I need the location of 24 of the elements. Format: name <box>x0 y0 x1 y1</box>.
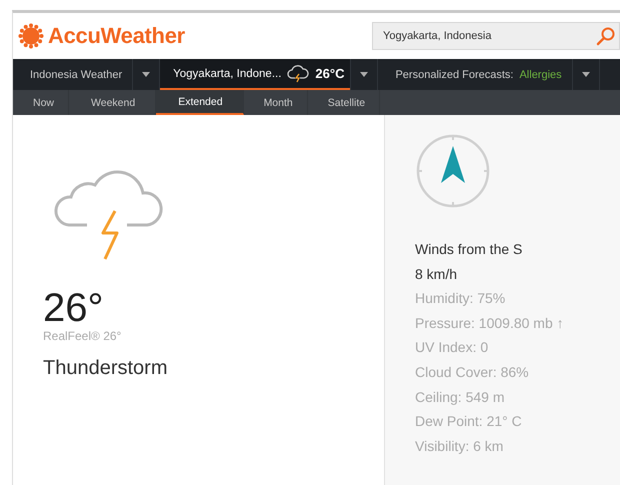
detail-text: UV Index: 0 <box>415 338 490 358</box>
thunderstorm-icon <box>287 64 310 82</box>
tab[interactable]: Extended <box>156 90 244 115</box>
detail-text: Cloud Cover: 86% <box>415 362 530 382</box>
realfeel-text: RealFeel® 26° <box>43 329 122 343</box>
tab[interactable]: Month <box>244 90 308 115</box>
nav-item[interactable]: Personalized Forecasts: Allergies <box>378 59 572 90</box>
search-icon[interactable] <box>596 26 616 46</box>
detail-text: Dew Point: 21° C <box>415 412 523 432</box>
detail-text: Ceiling: 549 m <box>415 388 506 407</box>
nav-item[interactable]: Indonesia Weather <box>13 59 132 90</box>
wind-text: 8 km/h <box>415 264 458 284</box>
wind-text: Winds from the S <box>415 240 524 259</box>
tab[interactable]: Satellite <box>308 90 380 115</box>
compass-icon <box>415 133 491 209</box>
condition-text: Thunderstorm <box>43 357 168 380</box>
detail-text: Humidity: 75% <box>415 289 506 308</box>
search-field[interactable]: Yogyakarta, Indonesia <box>372 22 620 50</box>
detail-text: Pressure: 1009.80 mb ↑ <box>415 314 565 333</box>
temperature: 26° <box>43 287 104 329</box>
detail-text: Visibility: 6 km <box>415 436 504 456</box>
sun-logo-icon <box>18 23 44 49</box>
tab[interactable]: Now <box>13 90 70 115</box>
nav-item[interactable]: Yogyakarta, Indone... 26°C <box>160 59 350 90</box>
